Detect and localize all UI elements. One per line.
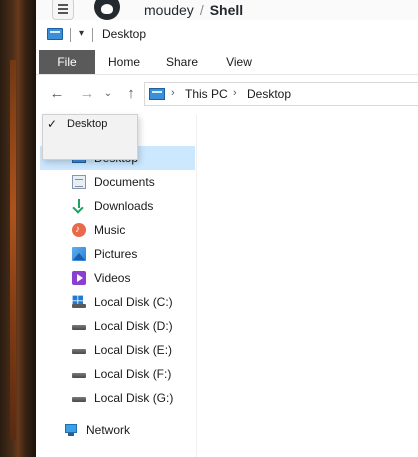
hamburger-menu-icon[interactable] xyxy=(52,0,74,20)
address-bar[interactable]: › This PC › Desktop xyxy=(144,82,418,106)
title-divider xyxy=(70,28,71,42)
pane-divider[interactable] xyxy=(196,115,197,457)
nav-item-videos[interactable]: Videos xyxy=(40,266,195,290)
window-title: Desktop xyxy=(102,27,147,41)
disk-icon xyxy=(72,319,86,333)
quick-access-toolbar-dropdown-icon[interactable]: ▾ xyxy=(79,28,84,39)
nav-item-network[interactable]: Network xyxy=(40,418,195,442)
nav-item-label: Network xyxy=(86,423,131,437)
repo-owner-link[interactable]: moudey xyxy=(144,2,194,18)
navigation-pane: Desktop Documents Downloads Music Pictur… xyxy=(36,115,196,457)
nav-item-local-disk-f[interactable]: Local Disk (F:) xyxy=(40,362,195,386)
repo-name-link[interactable]: Shell xyxy=(210,2,243,18)
nav-item-label: Music xyxy=(94,223,126,237)
nav-item-label: Documents xyxy=(94,175,155,189)
tab-share[interactable]: Share xyxy=(154,50,210,74)
pictures-icon xyxy=(72,247,86,261)
nav-item-local-disk-e[interactable]: Local Disk (E:) xyxy=(40,338,195,362)
address-segment-this-pc[interactable]: This PC xyxy=(185,87,228,101)
chevron-right-icon[interactable]: › xyxy=(171,87,175,99)
nav-item-local-disk-d[interactable]: Local Disk (D:) xyxy=(40,314,195,338)
system-disk-icon xyxy=(72,295,86,309)
network-icon xyxy=(64,423,78,437)
github-logo-icon[interactable] xyxy=(94,0,120,20)
browser-header: moudey / Shell xyxy=(36,0,418,21)
disk-icon xyxy=(72,367,86,381)
nav-item-label: Pictures xyxy=(94,247,138,261)
repo-breadcrumb: moudey / Shell xyxy=(144,2,243,18)
nav-item-label: Downloads xyxy=(94,199,154,213)
navigation-bar: ← → ⌄ ↑ › This PC › Desktop xyxy=(36,75,418,113)
menu-item-desktop[interactable]: Desktop xyxy=(67,118,107,130)
videos-icon xyxy=(72,271,86,285)
nav-item-music[interactable]: Music xyxy=(40,218,195,242)
recent-locations-chevron-icon[interactable]: ⌄ xyxy=(102,86,114,102)
forward-arrow-icon[interactable]: → xyxy=(78,86,96,102)
checkmark-icon: ✓ xyxy=(47,117,58,131)
nav-item-pictures[interactable]: Pictures xyxy=(40,242,195,266)
nav-item-label: Local Disk (D:) xyxy=(94,319,173,333)
title-bar: ▾ Desktop xyxy=(36,20,418,50)
nav-item-label: Videos xyxy=(94,271,131,285)
tab-view[interactable]: View xyxy=(214,50,264,74)
downloads-icon xyxy=(72,199,86,213)
chevron-right-icon[interactable]: › xyxy=(233,87,237,99)
recent-locations-menu: ✓ Desktop xyxy=(42,114,138,160)
nav-item-label: Local Disk (F:) xyxy=(94,367,172,381)
nav-item-label: Local Disk (G:) xyxy=(94,391,174,405)
disk-icon xyxy=(72,391,86,405)
documents-icon xyxy=(72,175,86,189)
address-segment-desktop[interactable]: Desktop xyxy=(247,87,291,101)
nav-item-downloads[interactable]: Downloads xyxy=(40,194,195,218)
nav-item-label: Local Disk (E:) xyxy=(94,343,173,357)
file-explorer-window: ▾ Desktop File Home Share View ← → ⌄ ↑ ›… xyxy=(36,20,418,457)
window-desktop-icon[interactable] xyxy=(47,28,63,40)
tab-file[interactable]: File xyxy=(39,50,95,74)
up-arrow-icon[interactable]: ↑ xyxy=(122,86,140,102)
disk-icon xyxy=(72,343,86,357)
back-arrow-icon[interactable]: ← xyxy=(48,86,66,102)
nav-item-documents[interactable]: Documents xyxy=(40,170,195,194)
desktop-wallpaper xyxy=(0,0,36,457)
nav-item-label: Local Disk (C:) xyxy=(94,295,173,309)
repo-separator: / xyxy=(199,2,204,18)
tab-home[interactable]: Home xyxy=(98,50,150,74)
nav-item-local-disk-g[interactable]: Local Disk (G:) xyxy=(40,386,195,410)
address-desktop-icon xyxy=(149,88,165,100)
ribbon-tabs: File Home Share View xyxy=(36,50,418,75)
nav-item-local-disk-c[interactable]: Local Disk (C:) xyxy=(40,290,195,314)
title-divider xyxy=(92,28,93,42)
music-icon xyxy=(72,218,86,242)
